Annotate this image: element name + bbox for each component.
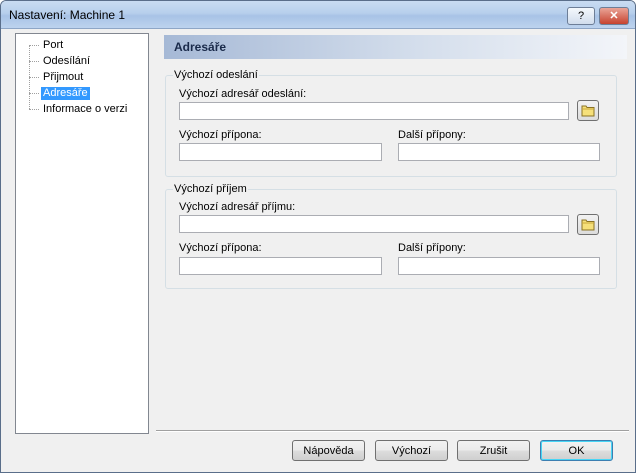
tree-connector bbox=[29, 45, 39, 46]
footer-separator bbox=[156, 430, 629, 432]
close-button[interactable]: ✕ bbox=[599, 7, 629, 25]
tree-item-sending[interactable]: Odesílání bbox=[41, 55, 92, 68]
tree-connector bbox=[29, 93, 39, 94]
folder-icon bbox=[581, 219, 595, 231]
receive-other-ext-label: Další přípony: bbox=[398, 242, 466, 254]
send-other-ext-input[interactable] bbox=[398, 143, 600, 161]
folder-icon bbox=[581, 105, 595, 117]
send-ext-input[interactable] bbox=[179, 143, 382, 161]
tree-item-version-info[interactable]: Informace o verzi bbox=[41, 103, 129, 116]
panel-header: Adresáře bbox=[164, 35, 627, 59]
settings-tree[interactable]: Port Odesílání Přijmout Adresáře Informa… bbox=[15, 33, 149, 434]
default-button[interactable]: Výchozí bbox=[375, 440, 448, 461]
receive-dir-label: Výchozí adresář příjmu: bbox=[179, 201, 296, 213]
send-ext-label: Výchozí přípona: bbox=[179, 129, 262, 141]
tree-item-directories[interactable]: Adresáře bbox=[41, 87, 90, 100]
receive-group-label: Výchozí příjem bbox=[173, 183, 248, 195]
send-other-ext-label: Další přípony: bbox=[398, 129, 466, 141]
send-group-label: Výchozí odeslání bbox=[173, 69, 259, 81]
title-bar[interactable]: Nastavení: Machine 1 ? ✕ bbox=[1, 1, 635, 29]
receive-dir-browse-button[interactable] bbox=[577, 214, 599, 235]
panel-title: Adresáře bbox=[174, 40, 227, 54]
help-title-button[interactable]: ? bbox=[567, 7, 595, 25]
tree-connector bbox=[29, 109, 39, 110]
ok-button[interactable]: OK bbox=[540, 440, 613, 461]
send-dir-input[interactable] bbox=[179, 102, 569, 120]
send-dir-browse-button[interactable] bbox=[577, 100, 599, 121]
send-dir-label: Výchozí adresář odeslání: bbox=[179, 88, 307, 100]
window-title: Nastavení: Machine 1 bbox=[9, 8, 126, 22]
tree-connector bbox=[29, 77, 39, 78]
receive-dir-input[interactable] bbox=[179, 215, 569, 233]
tree-item-port[interactable]: Port bbox=[41, 39, 65, 52]
cancel-button[interactable]: Zrušit bbox=[457, 440, 530, 461]
receive-ext-label: Výchozí přípona: bbox=[179, 242, 262, 254]
receive-other-ext-input[interactable] bbox=[398, 257, 600, 275]
tree-item-receive[interactable]: Přijmout bbox=[41, 71, 85, 84]
tree-connector bbox=[29, 61, 39, 62]
receive-ext-input[interactable] bbox=[179, 257, 382, 275]
settings-dialog: Nastavení: Machine 1 ? ✕ Port Odesílání … bbox=[0, 0, 636, 473]
help-button[interactable]: Nápověda bbox=[292, 440, 365, 461]
